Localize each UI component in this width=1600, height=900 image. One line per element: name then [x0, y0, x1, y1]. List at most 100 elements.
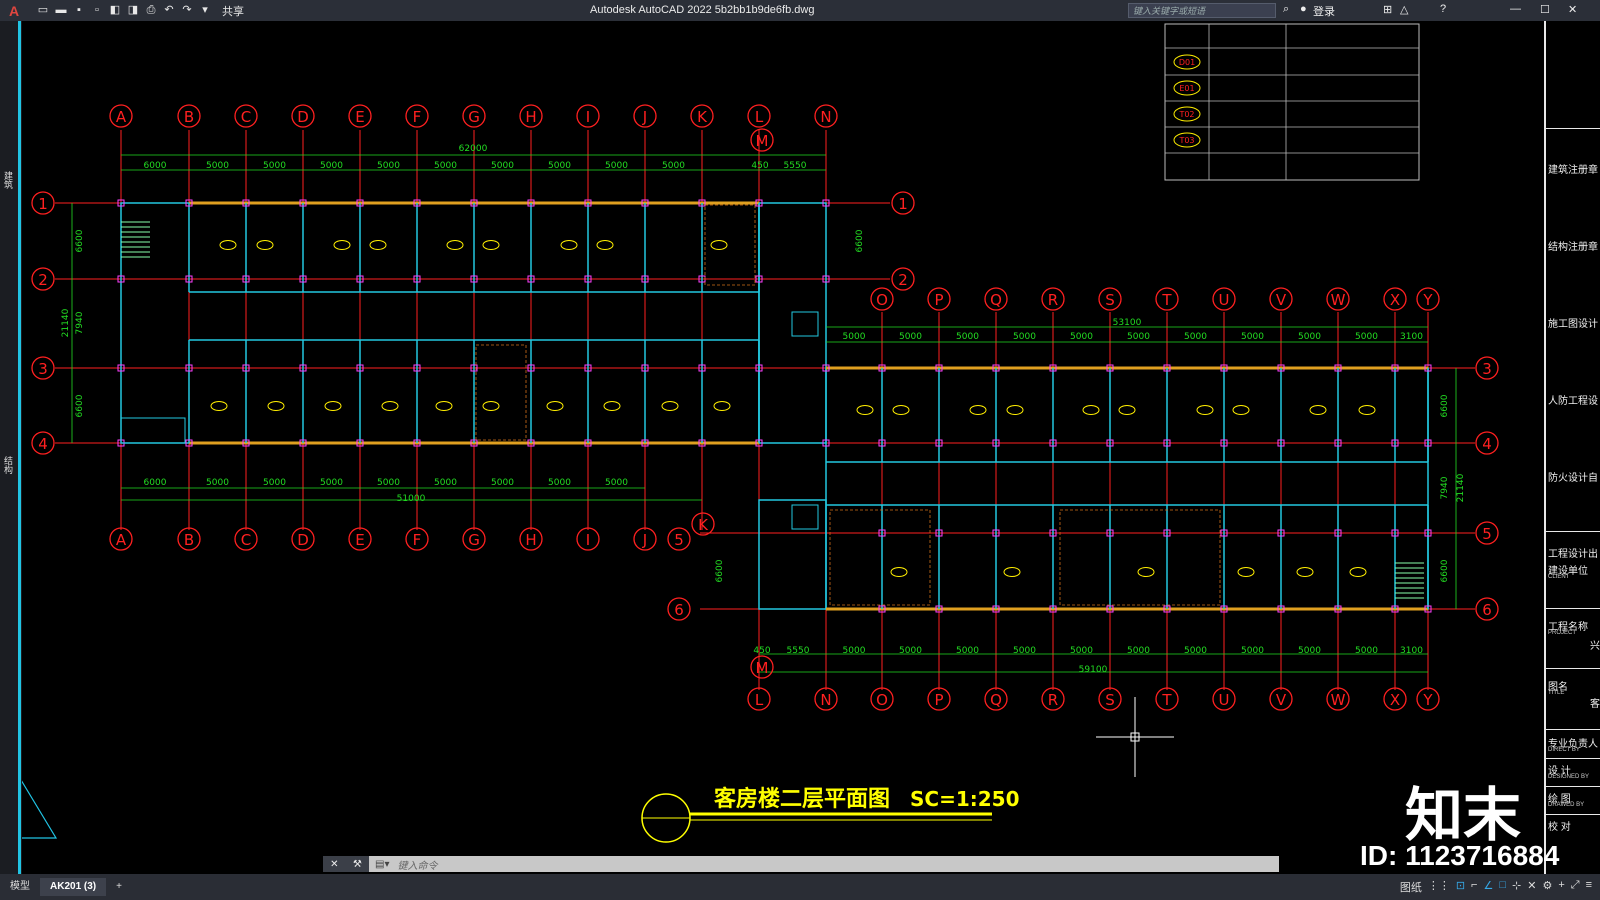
dim-text: 5000	[206, 478, 229, 488]
dim-text: 5000	[1184, 646, 1207, 656]
command-history-icon[interactable]: ▤▾	[375, 859, 389, 870]
legend-code: D01	[1179, 58, 1195, 67]
title-bar: A ▭ ▬ ▪ ▫ ◧ ◨ ⎙ ↶ ↷ ▾ 共享 Autodesk AutoCA…	[0, 0, 1600, 21]
axis-label: J	[642, 531, 647, 549]
autodesk-icon[interactable]: △	[1400, 3, 1408, 16]
cart-icon[interactable]: ⊞	[1383, 3, 1392, 16]
dim-text: 5000	[263, 478, 286, 488]
share-button[interactable]: 共享	[222, 3, 244, 19]
tab-model[interactable]: 模型	[0, 878, 40, 896]
wrench-icon[interactable]: ⚒	[353, 859, 362, 870]
add-layout-button[interactable]: +	[106, 878, 132, 896]
dim-text: 5000	[605, 478, 628, 488]
panel-sublabel: DESIGNED BY	[1548, 774, 1590, 780]
axis-label: P	[934, 691, 943, 709]
menu-icon[interactable]: ≡	[1586, 879, 1592, 895]
close-icon[interactable]: ✕	[330, 859, 338, 870]
drawing-canvas[interactable]: 62000 6000 5000 5000 5000 5000 5000 5000 5000 500…	[22, 21, 1544, 856]
palette-scrollbar[interactable]	[18, 21, 21, 874]
publish-icon[interactable]: ◨	[126, 4, 140, 17]
dim-text-vertical: 21140	[61, 308, 71, 337]
palette-item-architecture[interactable]: 建筑	[2, 171, 15, 189]
command-input[interactable]: 键入命令	[397, 857, 437, 872]
door-tag	[892, 405, 910, 415]
axis-label: Q	[990, 691, 1002, 709]
user-icon[interactable]: ●	[1300, 3, 1307, 15]
login-button[interactable]: 登录	[1313, 3, 1335, 19]
dim-text-vertical: 21140	[1456, 473, 1466, 502]
dim-text-vertical: 6600	[1440, 394, 1450, 417]
panel-sublabel: PROJECT	[1548, 630, 1577, 636]
door-tag	[435, 401, 453, 411]
door-tag	[369, 240, 387, 250]
axis-label: A	[116, 108, 127, 126]
divider	[1546, 729, 1600, 730]
undo-icon[interactable]: ↶	[162, 4, 176, 17]
ortho-icon[interactable]: ⌐	[1471, 879, 1477, 895]
dim-text-vertical: 6600	[1440, 559, 1450, 582]
dim-text: 5000	[1070, 332, 1093, 342]
door-tag	[1003, 567, 1021, 577]
cloud-icon[interactable]: ◧	[108, 4, 122, 17]
save-icon[interactable]: ▪	[72, 4, 86, 17]
help-icon[interactable]: ?	[1440, 3, 1446, 15]
axis-label: 2	[898, 271, 908, 289]
autocad-logo-icon[interactable]: A	[0, 0, 28, 21]
plot-icon[interactable]: ⎙	[144, 4, 158, 17]
dim-text-vertical: 6600	[75, 229, 85, 252]
tab-layout[interactable]: AK201 (3)	[40, 878, 107, 896]
axis-label: J	[642, 108, 647, 126]
axis-label: V	[1276, 691, 1287, 709]
furniture	[704, 204, 756, 286]
osnap-icon[interactable]: □	[1499, 879, 1506, 895]
gear-icon[interactable]: ⚙	[1542, 879, 1552, 895]
maximize-icon[interactable]: ☐	[1540, 3, 1550, 16]
customize-icon[interactable]: ▾	[198, 4, 212, 17]
fullscreen-icon[interactable]: ⤢	[1571, 879, 1580, 895]
dim-text: 5000	[434, 478, 457, 488]
door-tag	[210, 401, 228, 411]
minimize-icon[interactable]: —	[1510, 3, 1521, 15]
search-icon[interactable]: ⌕	[1283, 3, 1289, 16]
panel-item: 施工图设计	[1548, 319, 1598, 330]
door-tag	[1006, 405, 1024, 415]
panel-sublabel: CLIENT	[1548, 574, 1570, 580]
divider	[1546, 786, 1600, 787]
save-as-icon[interactable]: ▫	[90, 4, 104, 17]
plus-icon[interactable]: +	[1558, 879, 1564, 895]
door-tag	[661, 401, 679, 411]
dim-text-vertical: 7940	[1440, 476, 1450, 499]
door-tag	[969, 405, 987, 415]
polar-icon[interactable]: ∠	[1483, 879, 1493, 895]
window-title: Autodesk AutoCAD 2022 5b2bb1b9de6fb.dwg	[590, 4, 815, 16]
door-tag	[1137, 567, 1155, 577]
dim-text: 5000	[662, 161, 685, 171]
search-input[interactable]: 键入关键字或短语	[1128, 3, 1276, 18]
snap-icon[interactable]: ⋮⋮	[1428, 879, 1450, 895]
dim-text: 5000	[491, 161, 514, 171]
annotation-icon[interactable]: ✕	[1527, 879, 1536, 895]
palette-item-structure[interactable]: 结构	[2, 456, 15, 474]
axis-label: 4	[1482, 435, 1492, 453]
axis-label: W	[1331, 291, 1346, 309]
divider	[1546, 608, 1600, 609]
new-file-icon[interactable]: ▭	[36, 4, 50, 17]
axis-label: O	[876, 691, 888, 709]
paper-toggle[interactable]: 图纸	[1400, 879, 1422, 895]
redo-icon[interactable]: ↷	[180, 4, 194, 17]
axis-label: H	[525, 108, 536, 126]
otrack-icon[interactable]: ⊹	[1512, 879, 1521, 895]
dim-text: 5000	[843, 646, 866, 656]
axis-label: T	[1161, 291, 1172, 309]
command-line[interactable]: ✕ ⚒ ▤▾ 键入命令	[323, 856, 1279, 872]
status-toggles: 图纸 ⋮⋮ ⊡ ⌐ ∠ □ ⊹ ✕ ⚙ + ⤢ ≡	[1400, 879, 1592, 895]
door-tag	[546, 401, 564, 411]
door-tag	[1232, 405, 1250, 415]
dim-text: 5000	[956, 646, 979, 656]
axis-label: 5	[1482, 525, 1492, 543]
axis-label: V	[1276, 291, 1287, 309]
left-palette: 建筑 结构	[0, 21, 22, 874]
open-folder-icon[interactable]: ▬	[54, 4, 68, 17]
close-icon[interactable]: ✕	[1568, 3, 1577, 16]
grid-icon[interactable]: ⊡	[1456, 879, 1465, 895]
